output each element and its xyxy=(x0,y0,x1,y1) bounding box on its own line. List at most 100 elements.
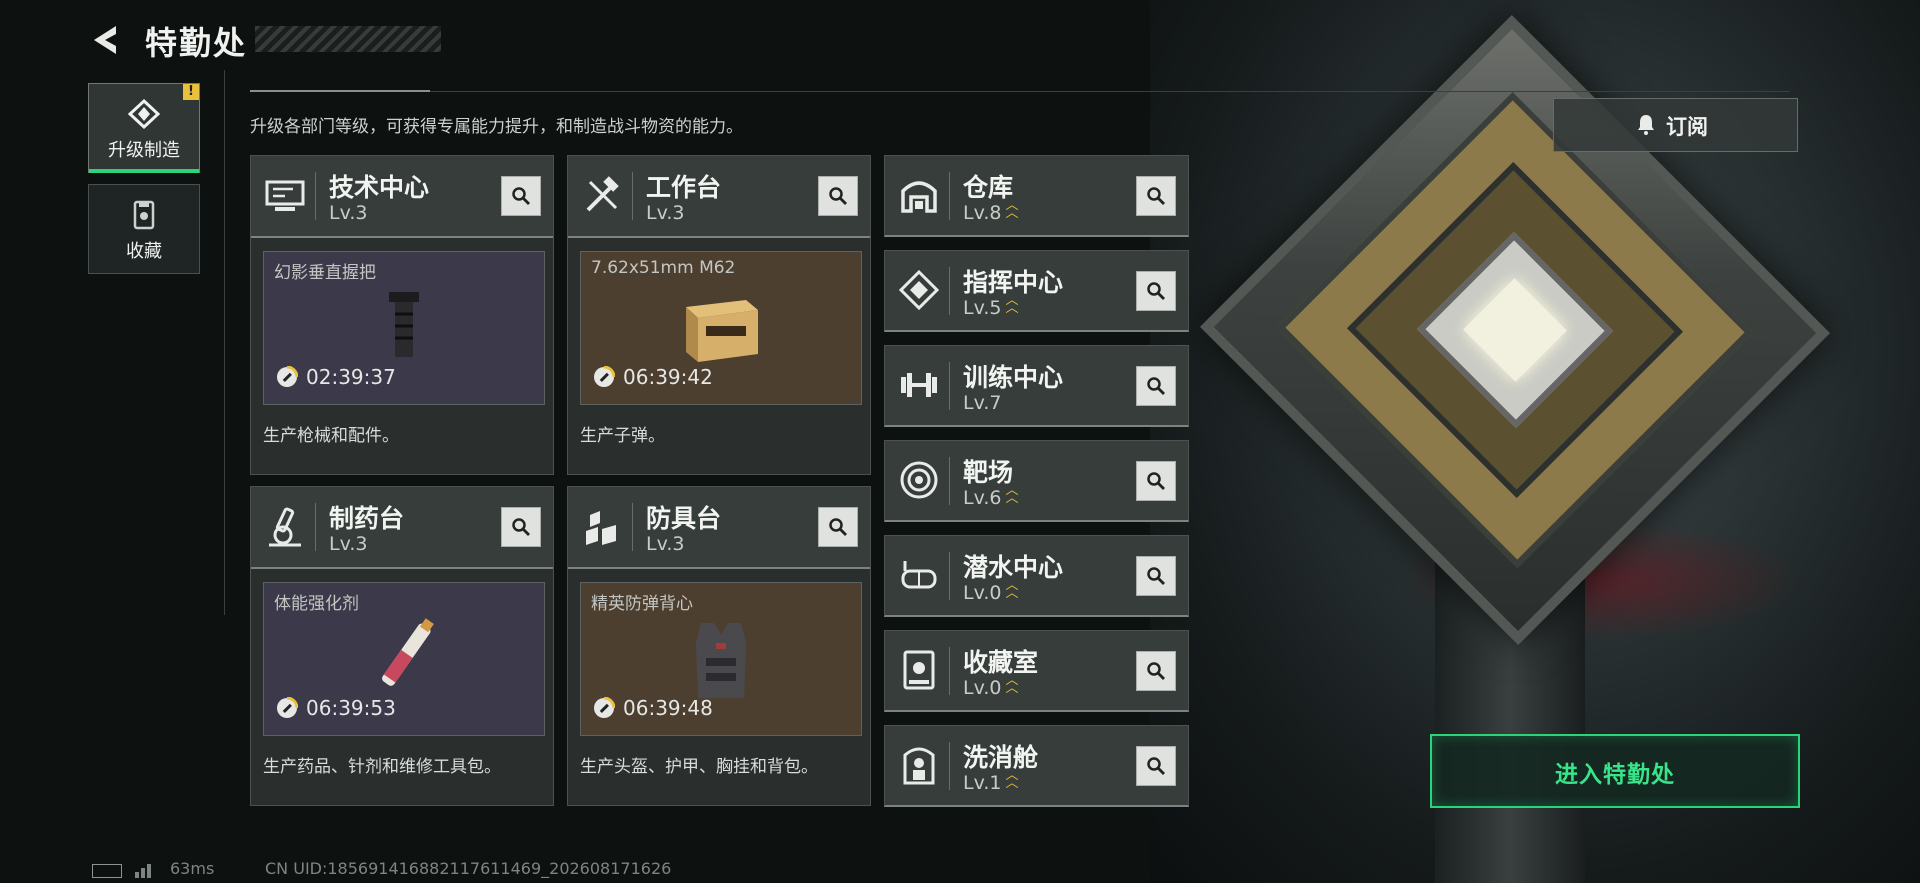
ping-readout: 63ms xyxy=(170,859,215,878)
dept-level: Lv.0 ︿ ︿ xyxy=(963,578,1019,604)
search-icon xyxy=(1147,377,1165,395)
tab-label: 升级制造 xyxy=(108,140,180,161)
upgrade-arrow-icon: ︿ ︿ xyxy=(1005,198,1019,221)
vest-item-image xyxy=(696,623,746,698)
dept-level: Lv.0 ︿ ︿ xyxy=(963,674,1019,699)
search-button[interactable] xyxy=(818,507,858,547)
search-icon xyxy=(512,518,530,536)
dept-level-text: Lv.8 xyxy=(963,202,1002,224)
active-tab-indicator xyxy=(89,169,199,173)
upgrade-arrow-icon: ︿ ︿ xyxy=(1005,293,1019,316)
search-icon xyxy=(1147,472,1165,490)
upgrade-icon xyxy=(127,98,161,130)
dept-command-center[interactable]: 指挥中心 Lv.5 ︿ ︿ xyxy=(884,250,1189,332)
dumbbell-icon xyxy=(901,373,937,397)
dept-training-center[interactable]: 训练中心 Lv.7 xyxy=(884,345,1189,427)
dept-description: 生产枪械和配件。 xyxy=(263,426,399,446)
dept-name: 制药台 xyxy=(329,504,405,533)
search-button[interactable] xyxy=(501,507,541,547)
wrench-timer-icon xyxy=(277,366,298,387)
dept-level: Lv.7 xyxy=(963,392,1002,414)
diving-mask-icon xyxy=(901,561,937,589)
subscribe-button[interactable]: 订阅 xyxy=(1553,98,1798,152)
divider-highlight xyxy=(250,90,430,92)
wrench-timer-icon xyxy=(594,697,615,718)
search-icon xyxy=(829,518,847,536)
bell-icon xyxy=(1638,115,1654,135)
production-timer: 06:39:53 xyxy=(306,696,396,720)
dept-description: 生产子弹。 xyxy=(580,426,665,446)
production-card[interactable]: 体能强化剂 06:39:53 xyxy=(263,582,545,736)
dept-warehouse[interactable]: 仓库 Lv.8 ︿ ︿ xyxy=(884,155,1189,237)
grip-item-image xyxy=(389,292,419,357)
dept-collection-room[interactable]: 收藏室 Lv.0 ︿ ︿ xyxy=(884,630,1189,712)
wrench-timer-icon xyxy=(277,697,298,718)
product-name: 精英防弹背心 xyxy=(591,594,693,614)
upgrade-arrow-icon: ︿ ︿ xyxy=(1005,483,1019,506)
dept-header: 防具台 Lv.3 xyxy=(568,487,870,569)
dept-name: 收藏室 xyxy=(963,648,1039,677)
dept-description: 生产药品、针剂和维修工具包。 xyxy=(263,757,501,777)
syringe-item-image xyxy=(382,618,434,686)
enter-special-ops-button[interactable]: 进入特勤处 xyxy=(1430,734,1800,808)
search-button[interactable] xyxy=(501,176,541,216)
search-icon xyxy=(1147,757,1165,775)
dept-level: Lv.8 ︿ ︿ xyxy=(963,198,1019,224)
search-icon xyxy=(1147,662,1165,680)
dept-level: Lv.3 xyxy=(329,202,368,224)
back-arrow-icon[interactable] xyxy=(88,22,124,58)
search-button[interactable] xyxy=(1136,271,1176,311)
search-icon xyxy=(829,187,847,205)
enter-button-label: 进入特勤处 xyxy=(1555,762,1675,788)
product-name: 幻影垂直握把 xyxy=(274,263,376,283)
product-name: 7.62x51mm M62 xyxy=(591,258,736,278)
new-badge: ! xyxy=(183,84,199,100)
search-button[interactable] xyxy=(1136,461,1176,501)
search-button[interactable] xyxy=(1136,366,1176,406)
target-icon xyxy=(900,461,938,499)
collection-icon xyxy=(133,200,155,230)
dept-name: 防具台 xyxy=(646,504,722,533)
dept-shooting-range[interactable]: 靶场 Lv.6 ︿ ︿ xyxy=(884,440,1189,522)
search-button[interactable] xyxy=(1136,556,1176,596)
search-icon xyxy=(512,187,530,205)
dept-level-text: Lv.0 xyxy=(963,582,1002,604)
status-bar: 63ms CN UID:185691416882117611469_202608… xyxy=(0,858,800,883)
dept-description: 生产头盔、护甲、胸挂和背包。 xyxy=(580,757,818,777)
search-button[interactable] xyxy=(1136,176,1176,216)
pharmacy-icon xyxy=(269,507,301,547)
production-card[interactable]: 7.62x51mm M62 06:39:42 xyxy=(580,251,862,405)
dept-diving-center[interactable]: 潜水中心 Lv.0 ︿ ︿ xyxy=(884,535,1189,617)
dept-name: 技术中心 xyxy=(329,173,430,202)
production-card[interactable]: 精英防弹背心 06:39:48 xyxy=(580,582,862,736)
ammo-box-image xyxy=(686,300,758,362)
search-icon xyxy=(1147,282,1165,300)
tab-collection[interactable]: 收藏 xyxy=(88,184,200,274)
tech-center-icon xyxy=(265,180,305,211)
command-center-icon xyxy=(898,269,940,311)
dept-name: 洗消舱 xyxy=(963,743,1039,772)
search-button[interactable] xyxy=(1136,746,1176,786)
dept-decontamination[interactable]: 洗消舱 Lv.1 ︿ ︿ xyxy=(884,725,1189,807)
workbench-icon xyxy=(586,176,619,212)
dept-workbench[interactable]: 工作台 Lv.3 7.62x51mm M62 06:39:42 生产子弹。 xyxy=(567,155,871,475)
page-description: 升级各部门等级，可获得专属能力提升，和制造战斗物资的能力。 xyxy=(250,117,743,137)
production-timer: 06:39:42 xyxy=(623,365,713,389)
dept-tech-center[interactable]: 技术中心 Lv.3 幻影垂直握把 02:39:37 生产枪械和配件。 xyxy=(250,155,554,475)
wrench-timer-icon xyxy=(594,366,615,387)
upgrade-arrow-icon: ︿ ︿ xyxy=(1005,578,1019,601)
dept-armor-bench[interactable]: 防具台 Lv.3 精英防弹背心 06:39:48 生产头盔、护甲、胸挂和背包。 xyxy=(567,486,871,806)
production-card[interactable]: 幻影垂直握把 02:39:37 xyxy=(263,251,545,405)
production-timer: 06:39:48 xyxy=(623,696,713,720)
search-button[interactable] xyxy=(818,176,858,216)
dept-header: 工作台 Lv.3 xyxy=(568,156,870,238)
divider xyxy=(250,91,1790,92)
tab-upgrade-craft[interactable]: ! 升级制造 xyxy=(88,83,200,173)
battery-icon xyxy=(92,864,122,878)
search-button[interactable] xyxy=(1136,651,1176,691)
armor-bench-icon xyxy=(586,511,616,545)
signal-icon xyxy=(135,864,151,878)
warehouse-icon xyxy=(901,181,937,213)
dept-header: 制药台 Lv.3 xyxy=(251,487,553,569)
dept-pharmacy[interactable]: 制药台 Lv.3 体能强化剂 06:39:53 生产药品、针剂和维修工具包。 xyxy=(250,486,554,806)
